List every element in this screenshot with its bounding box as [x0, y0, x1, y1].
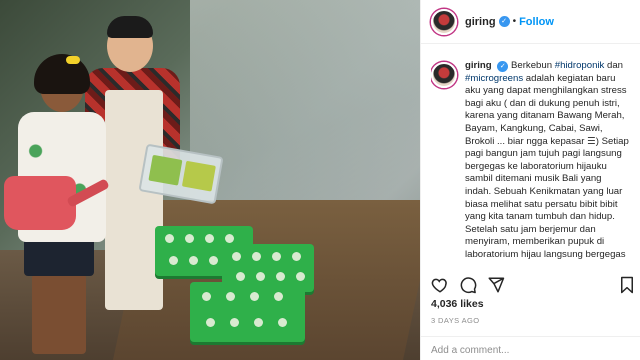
- verified-badge-icon: ✓: [498, 16, 510, 27]
- hashtag-link[interactable]: #microgreens: [465, 73, 523, 84]
- comment-button[interactable]: [459, 276, 477, 294]
- caption-segment: dan: [604, 60, 624, 71]
- caption-username[interactable]: giring: [465, 60, 492, 71]
- follow-button[interactable]: Follow: [519, 16, 554, 28]
- caption-segment: adalah kegiatan baru aku yang dapat meng…: [465, 72, 629, 260]
- action-bar: [431, 274, 636, 296]
- watering-can: [4, 176, 76, 230]
- like-button[interactable]: [431, 276, 449, 294]
- post-timestamp[interactable]: 3 DAYS AGO: [431, 316, 479, 325]
- post-photo: [0, 0, 420, 360]
- hydroponic-tray: [190, 282, 305, 342]
- avatar[interactable]: [431, 8, 457, 35]
- caption-avatar[interactable]: [431, 62, 457, 88]
- caption: giring ✓ Berkebun #hidroponik dan #micro…: [431, 60, 636, 270]
- share-icon: [488, 277, 505, 293]
- heart-icon: [431, 278, 447, 293]
- comment-input[interactable]: Add a comment...: [421, 336, 640, 360]
- bookmark-icon: [621, 276, 633, 294]
- post-side-panel: giring ✓ • Follow giring ✓ Berkebun #hid…: [420, 0, 640, 360]
- share-button[interactable]: [487, 276, 505, 294]
- verified-badge-icon: ✓: [497, 61, 509, 72]
- separator-dot: •: [512, 16, 517, 27]
- caption-text: giring ✓ Berkebun #hidroponik dan #micro…: [465, 60, 630, 270]
- comment-icon: [460, 277, 477, 294]
- likes-count[interactable]: 4,036 likes: [431, 298, 484, 310]
- save-button[interactable]: [618, 276, 636, 294]
- caption-segment: Berkebun: [511, 60, 555, 71]
- username-link[interactable]: giring: [465, 16, 496, 28]
- hashtag-link[interactable]: #hidroponik: [555, 60, 605, 71]
- post-header: giring ✓ • Follow: [421, 0, 640, 44]
